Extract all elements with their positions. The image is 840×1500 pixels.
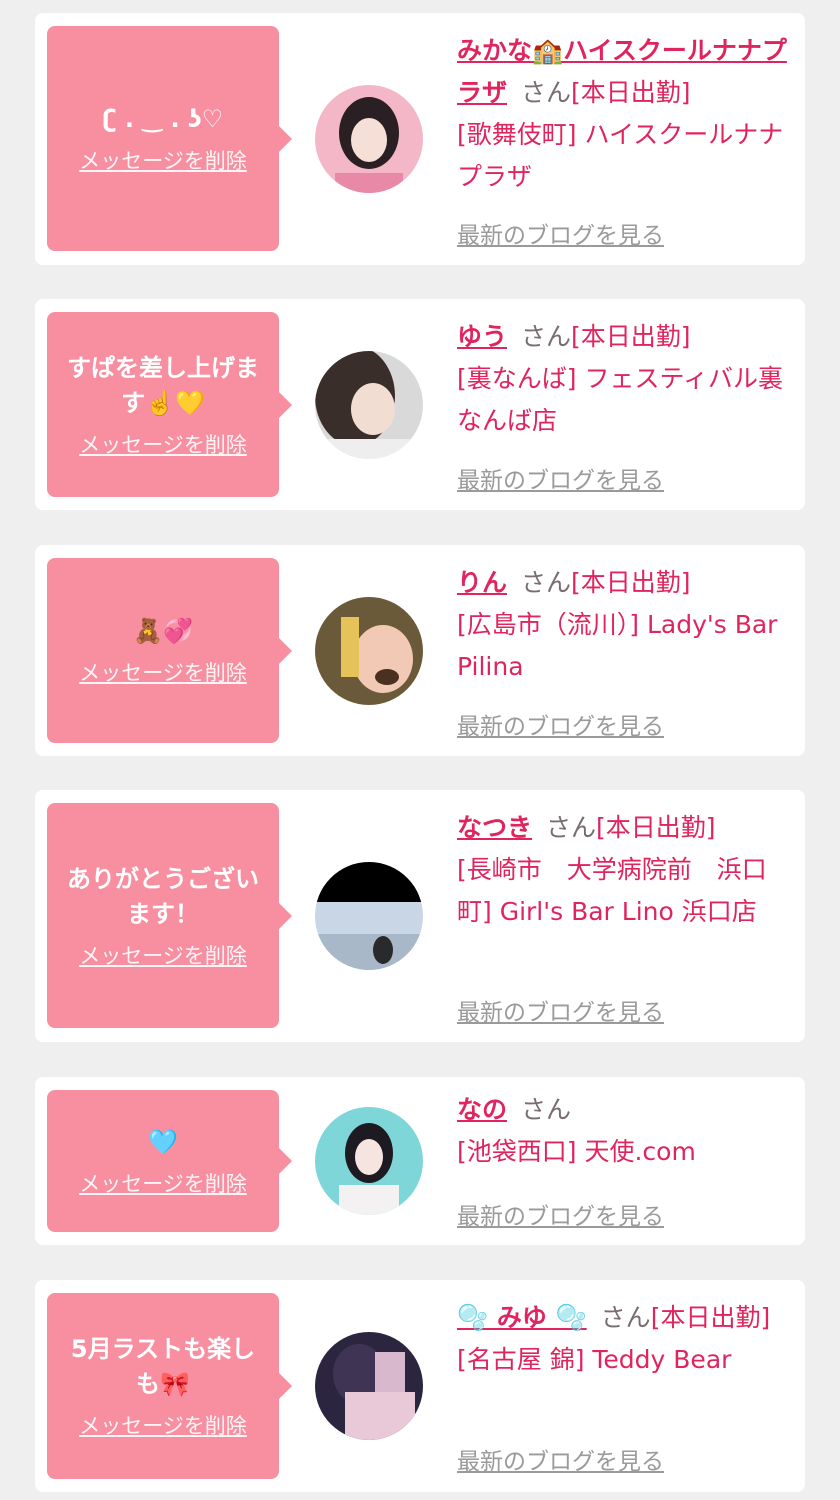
shop-name: [裏なんば] フェスティバル裏なんば店 — [457, 364, 783, 435]
favorite-card: 🩵 メッセージを削除 なの さん [池袋西口] 天使.com 最新のブログを見る — [35, 1077, 805, 1245]
favorite-card: 🧸💞 メッセージを削除 りん さん[本日出勤] [広島市（流川）] Lady's … — [35, 545, 805, 756]
avatar[interactable] — [315, 1332, 423, 1440]
cast-info: みかな🏫ハイスクールナナプラザ さん[本日出勤] [歌舞伎町] ハイスクールナナプ… — [457, 30, 789, 198]
message-bubble: ʗ . ‿ . ʖ♡ メッセージを削除 — [47, 26, 292, 251]
cast-name-link[interactable]: なつき — [457, 813, 532, 842]
honorific: さん — [521, 322, 572, 351]
cast-name-link[interactable]: ゆう — [457, 322, 507, 351]
delete-message-link[interactable]: メッセージを削除 — [79, 145, 247, 175]
delete-message-link[interactable]: メッセージを削除 — [79, 657, 247, 687]
shop-name: [池袋西口] 天使.com — [457, 1137, 696, 1166]
shop-name: [名古屋 錦] Teddy Bear — [457, 1345, 732, 1374]
honorific: さん — [521, 78, 572, 107]
message-bubble: ありがとうございます！ メッセージを削除 — [47, 803, 292, 1028]
attendance-status: [本日出勤] — [571, 322, 691, 351]
favorite-list: ʗ . ‿ . ʖ♡ メッセージを削除 みかな🏫ハイスクールナナプラザ さん[本日… — [0, 0, 840, 1500]
honorific: さん — [521, 568, 572, 597]
message-text: 🩵 — [148, 1127, 178, 1156]
cast-info: ゆう さん[本日出勤] [裏なんば] フェスティバル裏なんば店 — [457, 316, 789, 442]
latest-blog-link[interactable]: 最新のブログを見る — [457, 216, 664, 250]
favorite-card: ありがとうございます！ メッセージを削除 なつき さん[本日出勤] [長崎市 大学… — [35, 790, 805, 1042]
delete-message-link[interactable]: メッセージを削除 — [79, 429, 247, 459]
latest-blog-link[interactable]: 最新のブログを見る — [457, 1442, 664, 1476]
attendance-status: [本日出勤] — [650, 1303, 771, 1332]
latest-blog-link[interactable]: 最新のブログを見る — [457, 707, 664, 741]
message-bubble: 🩵 メッセージを削除 — [47, 1090, 292, 1232]
cast-name-link[interactable]: 🫧 みゆ 🫧 — [457, 1303, 587, 1332]
shop-name: [長崎市 大学病院前 浜口町] Girl's Bar Lino 浜口店 — [457, 855, 767, 926]
shop-name: [広島市（流川）] Lady's Bar Pilina — [457, 610, 778, 681]
cast-info: なつき さん[本日出勤] [長崎市 大学病院前 浜口町] Girl's Bar L… — [457, 807, 789, 933]
cast-info: なの さん [池袋西口] 天使.com — [457, 1089, 789, 1173]
delete-message-link[interactable]: メッセージを削除 — [79, 1410, 247, 1440]
avatar[interactable] — [315, 85, 423, 193]
shop-name: [歌舞伎町] ハイスクールナナプラザ — [457, 120, 784, 191]
message-text: 5月ラストも楽しも🎀 — [70, 1335, 256, 1398]
attendance-status: [本日出勤] — [571, 78, 691, 107]
latest-blog-link[interactable]: 最新のブログを見る — [457, 461, 664, 495]
cast-name-link[interactable]: なの — [457, 1095, 507, 1124]
favorite-card: 5月ラストも楽しも🎀 メッセージを削除 🫧 みゆ 🫧 さん[本日出勤] [名古屋 … — [35, 1280, 805, 1492]
message-bubble: 🧸💞 メッセージを削除 — [47, 558, 292, 743]
message-text: 🧸💞 — [133, 617, 193, 645]
cast-info: 🫧 みゆ 🫧 さん[本日出勤] [名古屋 錦] Teddy Bear — [457, 1297, 789, 1381]
favorite-card: すぱを差し上げます☝️💛 メッセージを削除 ゆう さん[本日出勤] [裏なんば] … — [35, 299, 805, 510]
delete-message-link[interactable]: メッセージを削除 — [79, 940, 247, 970]
attendance-status: [本日出勤] — [571, 568, 691, 597]
attendance-status: [本日出勤] — [596, 813, 716, 842]
honorific: さん — [521, 1095, 572, 1124]
avatar[interactable] — [315, 1107, 423, 1215]
message-text: ありがとうございます！ — [67, 864, 259, 928]
honorific: さん — [546, 813, 597, 842]
favorite-card: ʗ . ‿ . ʖ♡ メッセージを削除 みかな🏫ハイスクールナナプラザ さん[本日… — [35, 13, 805, 265]
cast-info: りん さん[本日出勤] [広島市（流川）] Lady's Bar Pilina — [457, 562, 789, 688]
avatar[interactable] — [315, 862, 423, 970]
avatar[interactable] — [315, 351, 423, 459]
latest-blog-link[interactable]: 最新のブログを見る — [457, 993, 664, 1027]
message-text: ʗ . ‿ . ʖ♡ — [102, 105, 224, 133]
message-text: すぱを差し上げます☝️💛 — [67, 353, 259, 417]
cast-name-link[interactable]: りん — [457, 568, 507, 597]
honorific: さん — [600, 1303, 651, 1332]
message-bubble: すぱを差し上げます☝️💛 メッセージを削除 — [47, 312, 292, 497]
message-bubble: 5月ラストも楽しも🎀 メッセージを削除 — [47, 1293, 292, 1479]
delete-message-link[interactable]: メッセージを削除 — [79, 1168, 247, 1198]
avatar[interactable] — [315, 597, 423, 705]
latest-blog-link[interactable]: 最新のブログを見る — [457, 1197, 664, 1231]
